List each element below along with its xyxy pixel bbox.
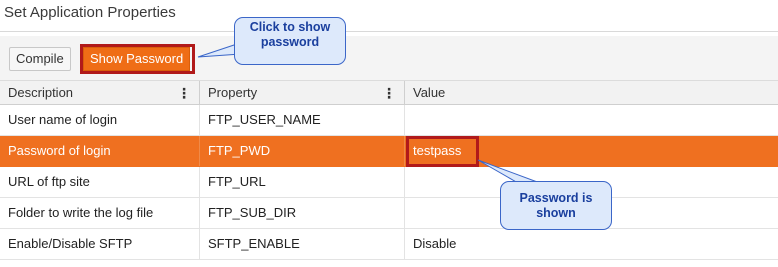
value-cell[interactable]: Disable: [405, 229, 778, 259]
property-cell: SFTP_ENABLE: [200, 229, 405, 259]
property-cell: FTP_URL: [200, 167, 405, 197]
description-cell: Password of login: [0, 136, 200, 166]
column-header-description-label: Description: [8, 85, 74, 100]
title-divider: [0, 31, 778, 32]
table-row[interactable]: User name of login FTP_USER_NAME: [0, 105, 778, 136]
column-header-value-label: Value: [413, 85, 446, 100]
column-header-description[interactable]: Description ⋮: [0, 81, 200, 104]
description-cell: User name of login: [0, 105, 200, 135]
description-cell: URL of ftp site: [0, 167, 200, 197]
column-menu-icon[interactable]: ⋮: [382, 81, 396, 105]
callout-password-shown-text: Password is shown: [519, 191, 593, 220]
callout-show-password-text: Click to show password: [249, 20, 331, 49]
compile-button[interactable]: Compile: [9, 47, 71, 71]
value-cell[interactable]: [405, 105, 778, 135]
property-cell: FTP_USER_NAME: [200, 105, 405, 135]
table-row[interactable]: Enable/Disable SFTP SFTP_ENABLE Disable: [0, 229, 778, 260]
toolbar: Compile Show Password: [0, 36, 778, 81]
value-cell[interactable]: testpass: [405, 136, 778, 166]
grid-header-row: Description ⋮ Property ⋮ Value: [0, 81, 778, 105]
description-cell: Enable/Disable SFTP: [0, 229, 200, 259]
property-cell: FTP_PWD: [200, 136, 405, 166]
column-header-property-label: Property: [208, 85, 258, 100]
description-cell: Folder to write the log file: [0, 198, 200, 228]
callout-show-password: Click to show password: [234, 17, 346, 65]
callout-password-shown: Password is shown: [500, 181, 612, 230]
page-title: Set Application Properties: [4, 4, 176, 21]
show-password-button[interactable]: Show Password: [83, 47, 191, 71]
table-row-selected[interactable]: Password of login FTP_PWD testpass: [0, 136, 778, 167]
table-row[interactable]: URL of ftp site FTP_URL: [0, 167, 778, 198]
column-header-value[interactable]: Value: [405, 81, 778, 104]
column-header-property[interactable]: Property ⋮: [200, 81, 405, 104]
table-row[interactable]: Folder to write the log file FTP_SUB_DIR: [0, 198, 778, 229]
property-cell: FTP_SUB_DIR: [200, 198, 405, 228]
column-menu-icon[interactable]: ⋮: [177, 81, 191, 105]
